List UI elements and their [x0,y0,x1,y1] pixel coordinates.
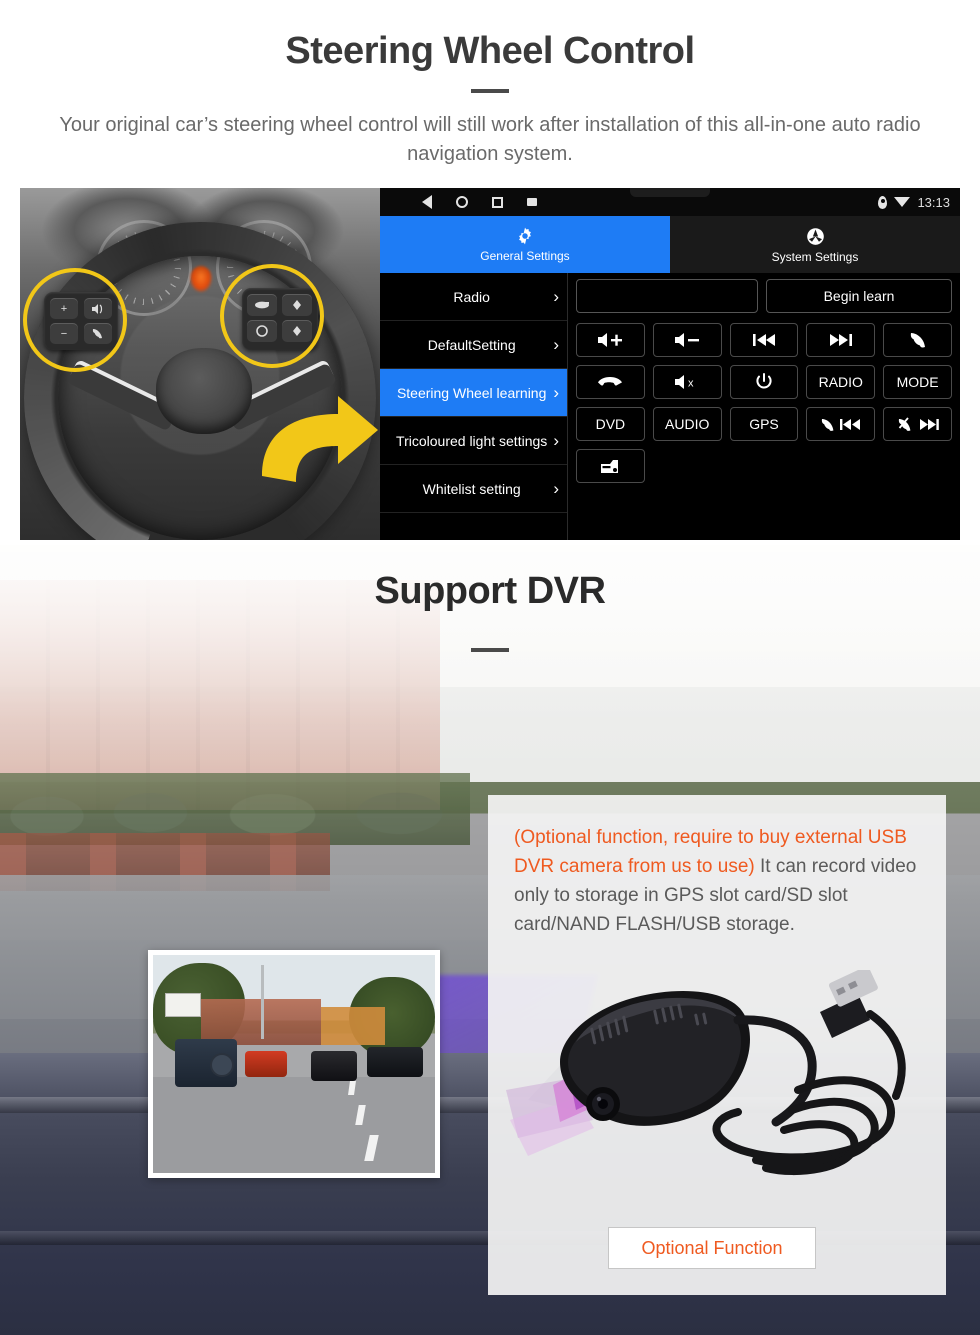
back-triangle-icon[interactable] [422,195,432,209]
menu-item-radio-label: Radio [453,288,490,305]
head-unit-screen: 13:13 General Settings System Settings R… [380,188,960,540]
page-title: Steering Wheel Control [285,30,695,72]
tab-system-settings-label: System Settings [771,249,859,264]
section-subtitle: Your original car’s steering wheel contr… [59,114,921,165]
lamp-post [261,965,264,1039]
steering-wheel-photo: + − [20,188,380,540]
chevron-right-icon: › [553,287,559,306]
tab-general-settings[interactable]: General Settings [380,216,670,273]
menu-item-steering-wheel-learning-label: Steering Wheel learning [396,384,547,401]
menu-item-whitelist-setting-label: Whitelist setting [422,480,521,497]
tab-general-settings-label: General Settings [480,249,570,263]
dvr-description: (Optional function, require to buy exter… [488,795,946,939]
showcase-row: + − 13:13 General Settings System Settin… [20,188,960,540]
menu-item-whitelist-setting[interactable]: Whitelist setting › [380,465,567,513]
settings-tabs: General Settings System Settings [380,216,960,273]
status-clock: 13:13 [917,194,950,210]
steering-wheel-control-section: Steering Wheel Control Your original car… [0,0,980,545]
menu-item-steering-wheel-learning[interactable]: Steering Wheel learning › [380,369,567,417]
wifi-icon [894,197,911,207]
product-detail-page: Steering Wheel Control Your original car… [0,0,980,1335]
menu-item-tricoloured-light-settings[interactable]: Tricoloured light settings › [380,417,567,465]
android-status-bar: 13:13 [380,188,960,216]
dashcam-frame [153,955,435,1173]
system-icon [806,227,824,245]
car-button[interactable] [576,449,645,483]
vehicle-black-car [311,1051,357,1081]
phone-reject-next-button[interactable] [883,407,952,441]
lane-marking [364,1135,379,1161]
function-button-grid: x RADIO MODE DVD AUDIO GPS [576,323,952,483]
title-divider [471,89,509,93]
mute-button[interactable]: x [652,365,722,399]
power-button[interactable] [729,365,799,399]
chevron-right-icon: › [553,431,559,450]
dvr-title-divider [471,648,509,652]
previous-track-button[interactable] [729,323,799,357]
usb-dvr-camera-image [506,970,906,1176]
highlight-ring-left [23,268,127,372]
menu-item-radio[interactable]: Radio › [380,273,567,321]
orange-building [321,1007,385,1045]
steering-wheel-hub [156,348,252,434]
vehicle-suv [175,1039,237,1087]
dvr-section-title: Support DVR [374,570,606,612]
settings-body: Radio › DefaultSetting › Steering Wheel … [380,273,960,540]
volume-up-button[interactable] [576,323,645,357]
phone-hangup-button[interactable] [576,365,645,399]
svg-text:x: x [688,378,694,390]
menu-item-tricoloured-light-settings-label: Tricoloured light settings [396,432,548,449]
android-nav-icons [422,195,537,209]
lane-marking [355,1105,366,1125]
dvd-button[interactable]: DVD [576,407,645,441]
phone-answer-button[interactable] [883,323,952,357]
audio-button[interactable]: AUDIO [652,407,722,441]
radio-button[interactable]: RADIO [806,365,876,399]
settings-menu: Radio › DefaultSetting › Steering Wheel … [380,273,568,540]
home-circle-icon[interactable] [456,196,468,208]
menu-item-default-setting-label: DefaultSetting [427,336,516,353]
vehicle-oncoming-car [367,1047,423,1077]
street-sign [165,993,201,1017]
steering-wheel-learning-panel: Begin learn x RADIO MODE DVD AUDIO GPS [568,273,960,540]
chevron-right-icon: › [553,383,559,402]
location-pin-icon [878,195,888,209]
recents-square-icon[interactable] [492,196,503,208]
optional-function-button[interactable]: Optional Function [608,1227,816,1269]
menu-item-default-setting[interactable]: DefaultSetting › [380,321,567,369]
gps-button[interactable]: GPS [729,407,799,441]
begin-learn-button[interactable]: Begin learn [766,279,952,313]
dvr-info-card: (Optional function, require to buy exter… [488,795,946,1295]
mode-button[interactable]: MODE [883,365,952,399]
dashcam-preview [148,950,440,1178]
next-track-button[interactable] [806,323,876,357]
volume-down-button[interactable] [652,323,722,357]
vehicle-red-car [245,1051,287,1077]
tab-system-settings[interactable]: System Settings [670,216,960,273]
chevron-right-icon: › [553,479,559,498]
flow-arrow-icon [262,396,378,482]
learn-input[interactable] [576,279,758,313]
chevron-right-icon: › [553,335,559,354]
learning-top-row: Begin learn [576,279,952,313]
status-notch [630,188,710,197]
phone-previous-button[interactable] [806,407,876,441]
status-right-cluster: 13:13 [878,195,960,210]
lane-marking [348,1081,356,1095]
screenshot-icon[interactable] [527,198,537,206]
gear-icon [519,227,531,245]
highlight-ring-right [220,264,324,368]
